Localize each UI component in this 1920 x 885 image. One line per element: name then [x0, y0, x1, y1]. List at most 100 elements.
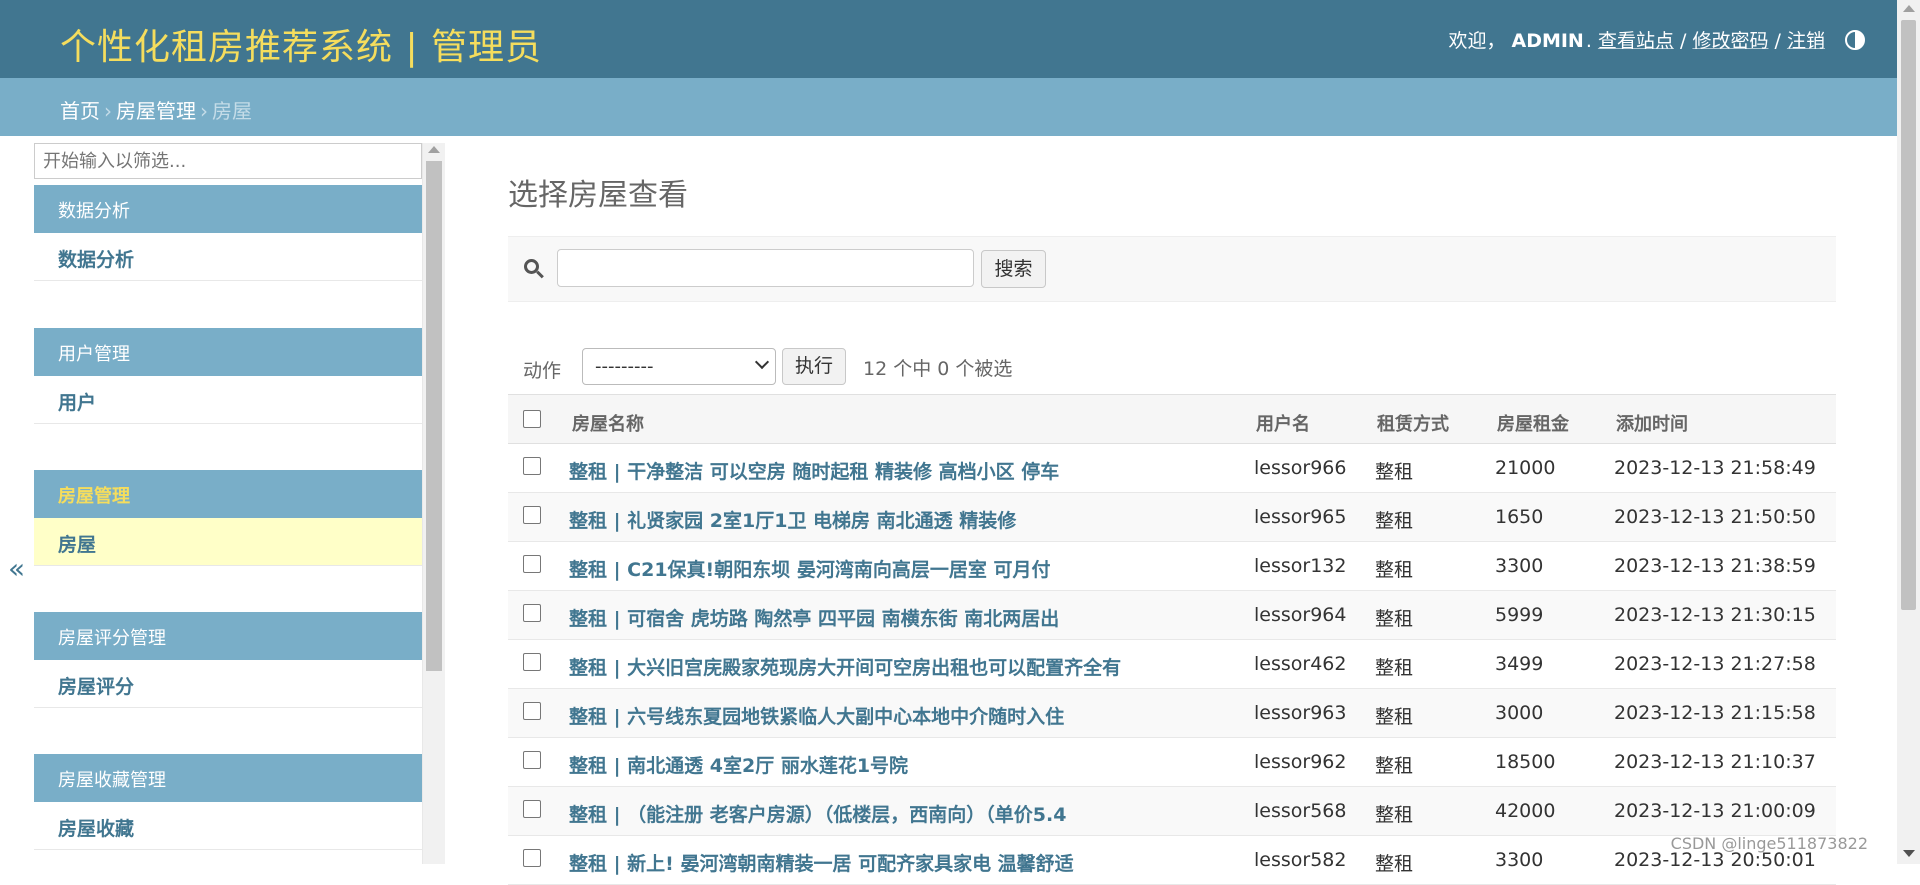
- cell-username: lessor965: [1254, 506, 1347, 528]
- search-button[interactable]: 搜索: [981, 250, 1046, 288]
- house-name-link[interactable]: 整租 | 礼贤家园 2室1厅1卫 电梯房 南北通透 精装修: [569, 506, 1016, 533]
- house-name-link[interactable]: 整租 | 南北通透 4室2厅 丽水莲花1号院: [569, 751, 908, 778]
- welcome-text: 欢迎，: [1448, 30, 1506, 52]
- cell-username: lessor964: [1254, 604, 1347, 626]
- sidebar-item-favorites[interactable]: 房屋收藏: [34, 802, 422, 850]
- actions-label: 动作: [523, 360, 562, 382]
- cell-added-time: 2023-12-13 21:50:50: [1614, 506, 1816, 528]
- sidebar-caption-favorites[interactable]: 房屋收藏管理: [34, 754, 422, 802]
- cell-rent: 5999: [1495, 604, 1544, 626]
- theme-toggle-icon[interactable]: [1845, 30, 1865, 50]
- cell-rental-type: 整租: [1375, 510, 1414, 532]
- scroll-up-icon[interactable]: [1903, 5, 1915, 12]
- select-all-checkbox[interactable]: [523, 410, 541, 428]
- cell-rental-type: 整租: [1375, 804, 1414, 826]
- cell-rent: 21000: [1495, 457, 1556, 479]
- scroll-down-icon[interactable]: [1903, 850, 1915, 857]
- sidebar-module-users: 用户管理 用户: [34, 328, 422, 424]
- cell-rent: 3300: [1495, 849, 1544, 871]
- sidebar-item-analysis[interactable]: 数据分析: [34, 233, 422, 281]
- column-header-rent[interactable]: 房屋租金: [1497, 410, 1569, 436]
- watermark: CSDN @linge511873822: [1670, 834, 1868, 853]
- search-icon: [524, 259, 544, 279]
- page-scrollbar[interactable]: [1897, 0, 1920, 864]
- house-name-link[interactable]: 整租 | （能注册 老客户房源）（低楼层，西南向）（单价5.4: [569, 800, 1066, 827]
- sidebar-item-houses[interactable]: 房屋: [34, 518, 422, 566]
- sidebar-module-ratings: 房屋评分管理 房屋评分: [34, 612, 422, 708]
- cell-rental-type: 整租: [1375, 755, 1414, 777]
- sidebar-scrollbar[interactable]: [423, 143, 445, 864]
- house-name-link[interactable]: 整租 | 干净整洁 可以空房 随时起租 精装修 高档小区 停车: [569, 457, 1059, 484]
- table-row: 整租 | 新上! 晏河湾朝南精装一居 可配齐家具家电 温馨舒适 lessor582…: [508, 836, 1836, 885]
- page-title: 选择房屋查看: [508, 178, 688, 213]
- breadcrumb: 首页 › 房屋管理 › 房屋: [0, 78, 1897, 136]
- cell-rental-type: 整租: [1375, 706, 1414, 728]
- row-checkbox[interactable]: [523, 604, 541, 622]
- sidebar-caption-houses[interactable]: 房屋管理: [34, 470, 422, 518]
- sidebar-module-analysis: 数据分析 数据分析: [34, 185, 422, 281]
- sidebar: 数据分析 数据分析 用户管理 用户 房屋管理 房屋 房屋评分管理 房屋评分 房屋…: [34, 143, 423, 864]
- sidebar-scrollbar-thumb[interactable]: [426, 161, 442, 671]
- cell-rent: 3000: [1495, 702, 1544, 724]
- table-body: 整租 | 干净整洁 可以空房 随时起租 精装修 高档小区 停车 lessor966…: [508, 444, 1836, 885]
- collapse-sidebar-button[interactable]: «: [8, 552, 25, 585]
- breadcrumb-separator: ›: [104, 99, 112, 123]
- cell-username: lessor962: [1254, 751, 1347, 773]
- cell-added-time: 2023-12-13 21:15:58: [1614, 702, 1816, 724]
- sidebar-module-houses: 房屋管理 房屋: [34, 470, 422, 566]
- house-name-link[interactable]: 整租 | 六号线东夏园地铁紧临人大副中心本地中介随时入住: [569, 702, 1064, 729]
- row-checkbox[interactable]: [523, 653, 541, 671]
- search-bar: 搜索: [508, 236, 1836, 302]
- search-input[interactable]: [557, 249, 974, 287]
- row-checkbox[interactable]: [523, 849, 541, 867]
- row-checkbox[interactable]: [523, 751, 541, 769]
- house-name-link[interactable]: 整租 | 大兴旧宫庑殿家苑现房大开间可空房出租也可以配置齐全有: [569, 653, 1121, 680]
- cell-rental-type: 整租: [1375, 608, 1414, 630]
- sidebar-caption-analysis[interactable]: 数据分析: [34, 185, 422, 233]
- sidebar-filter-input[interactable]: [34, 143, 422, 179]
- cell-added-time: 2023-12-13 21:00:09: [1614, 800, 1816, 822]
- cell-username: lessor568: [1254, 800, 1347, 822]
- row-checkbox[interactable]: [523, 506, 541, 524]
- house-name-link[interactable]: 整租 | 新上! 晏河湾朝南精装一居 可配齐家具家电 温馨舒适: [569, 849, 1074, 876]
- sidebar-caption-users[interactable]: 用户管理: [34, 328, 422, 376]
- breadcrumb-current: 房屋: [212, 99, 252, 123]
- user-tools: 欢迎， ADMIN. 查看站点 / 修改密码 / 注销: [1448, 26, 1865, 53]
- logout-link[interactable]: 注销: [1787, 30, 1825, 52]
- site-title[interactable]: 个性化租房推荐系统 | 管理员: [60, 18, 542, 70]
- cell-rental-type: 整租: [1375, 559, 1414, 581]
- house-name-link[interactable]: 整租 | C21保真!朝阳东坝 晏河湾南向高层一居室 可月付: [569, 555, 1050, 582]
- breadcrumb-separator: ›: [200, 99, 208, 123]
- cell-rental-type: 整租: [1375, 853, 1414, 875]
- row-checkbox[interactable]: [523, 555, 541, 573]
- row-checkbox[interactable]: [523, 457, 541, 475]
- scroll-up-icon[interactable]: [428, 146, 440, 153]
- cell-added-time: 2023-12-13 21:27:58: [1614, 653, 1816, 675]
- column-header-name[interactable]: 房屋名称: [572, 410, 644, 436]
- run-action-button[interactable]: 执行: [782, 348, 846, 385]
- cell-username: lessor132: [1254, 555, 1347, 577]
- table-row: 整租 | （能注册 老客户房源）（低楼层，西南向）（单价5.4 lessor568…: [508, 787, 1836, 836]
- house-name-link[interactable]: 整租 | 可宿舍 虎坊路 陶然亭 四平园 南横东街 南北两居出: [569, 604, 1059, 631]
- cell-rental-type: 整租: [1375, 657, 1414, 679]
- sidebar-item-ratings[interactable]: 房屋评分: [34, 660, 422, 708]
- row-checkbox[interactable]: [523, 702, 541, 720]
- cell-rent: 3499: [1495, 653, 1544, 675]
- sidebar-module-favorites: 房屋收藏管理 房屋收藏: [34, 754, 422, 850]
- breadcrumb-home[interactable]: 首页: [60, 99, 100, 123]
- sidebar-item-users[interactable]: 用户: [34, 376, 422, 424]
- change-password-link[interactable]: 修改密码: [1692, 30, 1768, 52]
- table-row: 整租 | 礼贤家园 2室1厅1卫 电梯房 南北通透 精装修 lessor965 整租…: [508, 493, 1836, 542]
- sidebar-caption-ratings[interactable]: 房屋评分管理: [34, 612, 422, 660]
- row-checkbox[interactable]: [523, 800, 541, 818]
- cell-rent: 18500: [1495, 751, 1556, 773]
- cell-rent: 3300: [1495, 555, 1544, 577]
- column-header-user[interactable]: 用户名: [1256, 410, 1310, 436]
- view-site-link[interactable]: 查看站点: [1598, 30, 1674, 52]
- page-scrollbar-thumb[interactable]: [1901, 20, 1916, 610]
- action-select[interactable]: ---------: [582, 348, 776, 385]
- column-header-type[interactable]: 租赁方式: [1377, 410, 1449, 436]
- column-header-time[interactable]: 添加时间: [1616, 410, 1688, 436]
- action-select-value: ---------: [595, 356, 654, 377]
- breadcrumb-house-management[interactable]: 房屋管理: [116, 99, 196, 123]
